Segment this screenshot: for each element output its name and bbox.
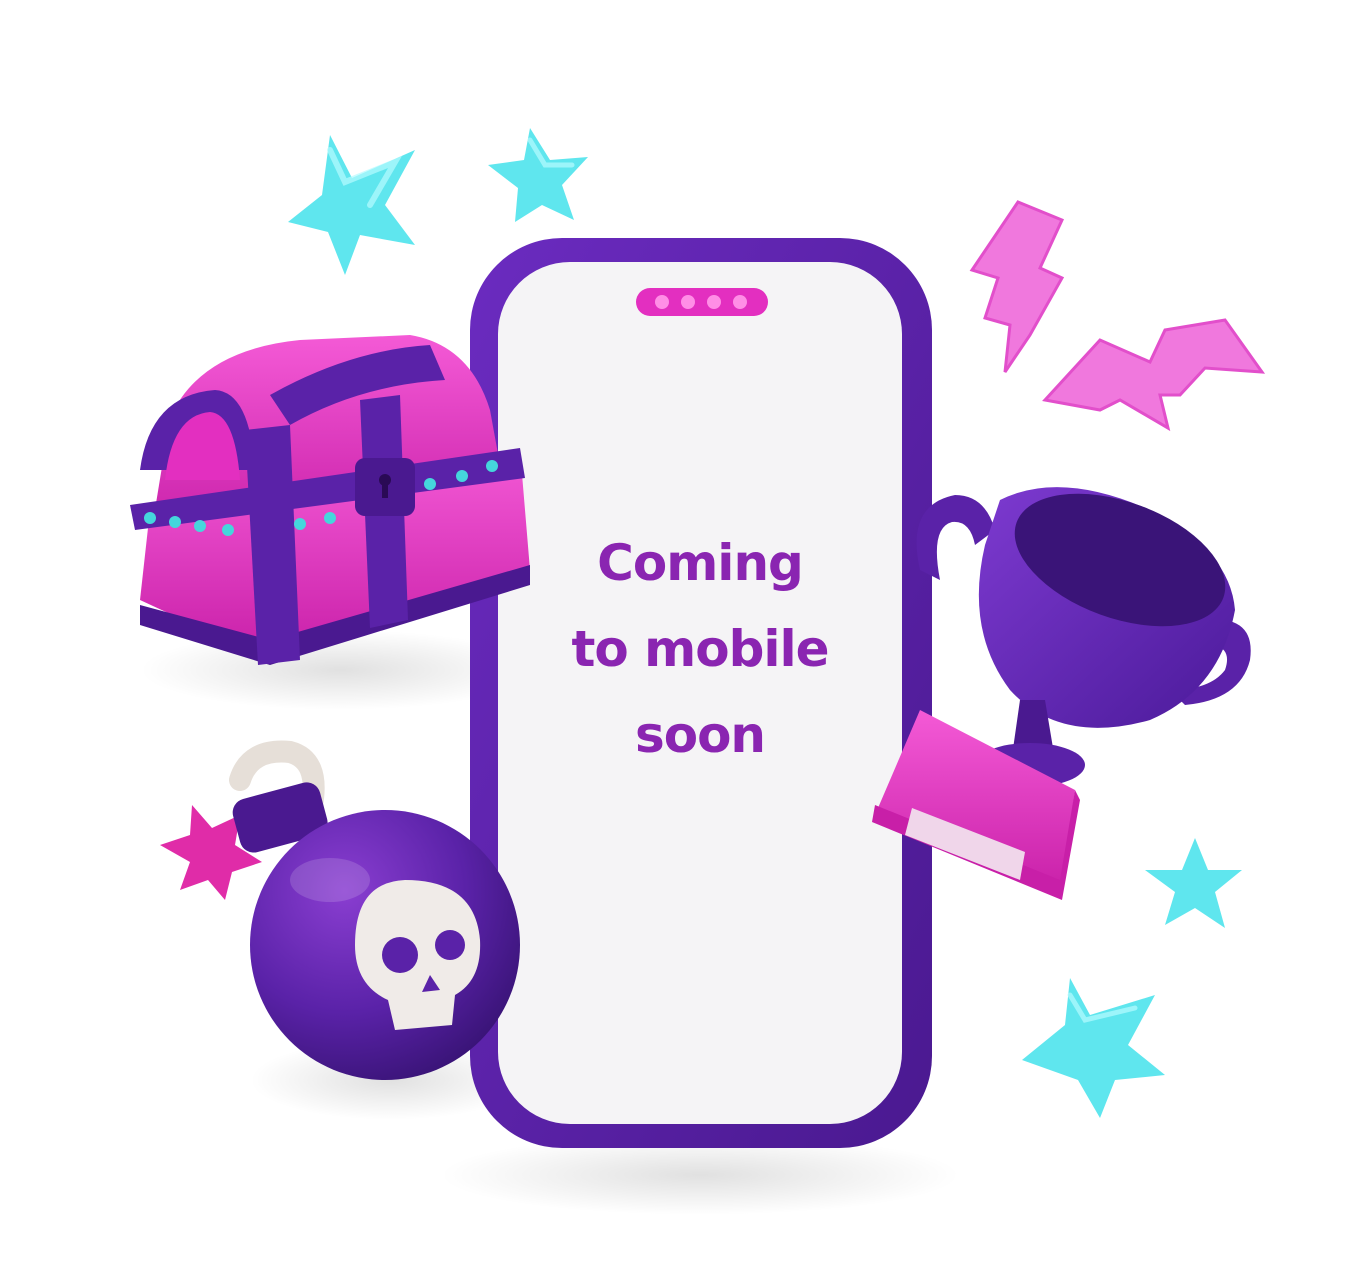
lightning-bolt-icon xyxy=(1042,318,1266,432)
message-line-2: to mobile xyxy=(571,620,829,678)
star-icon xyxy=(1022,978,1165,1118)
message-line-1: Coming xyxy=(597,534,804,592)
coming-soon-illustration: Coming to mobile soon xyxy=(0,0,1352,1288)
star-icon xyxy=(488,128,588,222)
bomb-icon xyxy=(160,740,520,1080)
coming-soon-message: Coming to mobile soon xyxy=(500,520,900,778)
lightning-bolt-icon xyxy=(969,200,1065,373)
star-icon xyxy=(1145,838,1242,928)
message-line-3: soon xyxy=(634,706,766,764)
star-icon xyxy=(288,135,415,275)
